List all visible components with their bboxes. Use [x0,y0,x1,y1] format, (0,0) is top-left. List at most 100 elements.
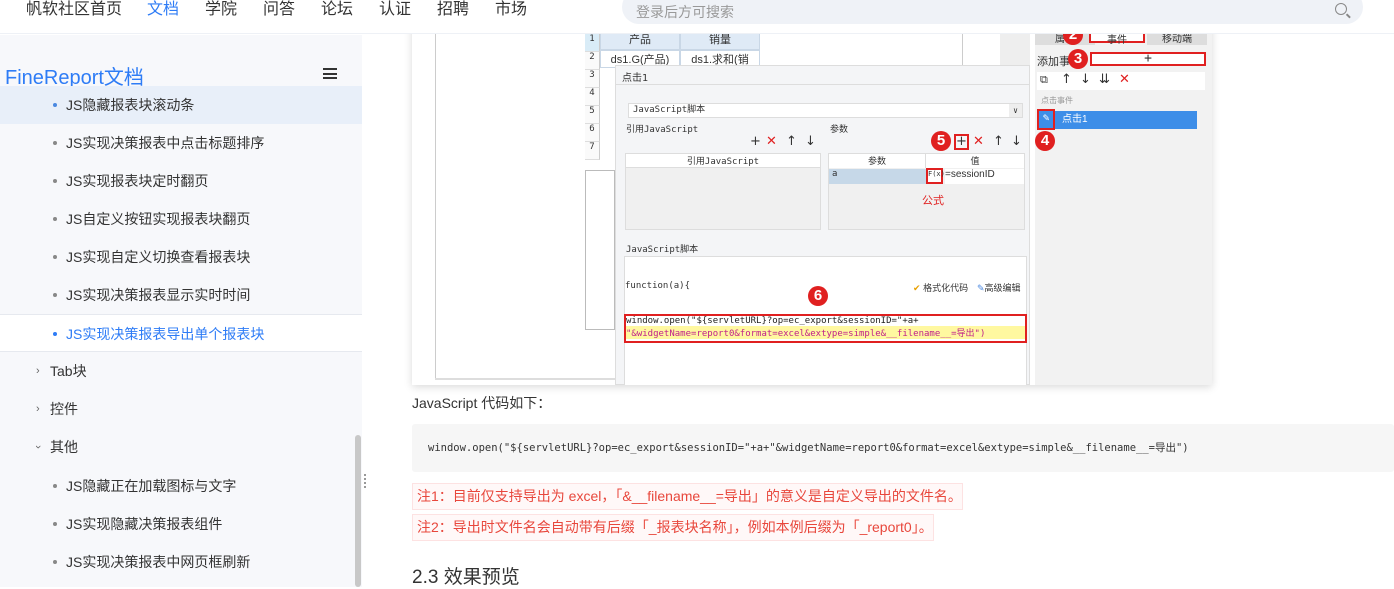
edit-icon: ✎ [977,283,985,293]
param-name-cell[interactable]: a [829,169,926,184]
search-input[interactable]: 登录后方可搜索 [622,0,1363,24]
event-toolbar: ⧉ ↑ ↓ ⇊ ✕ [1037,72,1205,90]
function-header: function(a){ [625,281,691,291]
bullet-icon [53,484,57,488]
sidebar-item[interactable]: JS隐藏报表块滚动条 [0,86,362,124]
step-marker-5: 5 [931,131,951,151]
arrow-up-icon[interactable]: ↑ [993,134,1004,149]
code-block: window.open("${servletURL}?op=ec_export&… [412,424,1394,472]
dialog-title: 点击1 [622,73,649,84]
row-header: 3 [585,70,600,88]
sidebar-item-label: JS实现决策报表中点击标题排序 [66,135,265,151]
note-2: 注2：导出时文件名会自动带有后缀「_报表块名称」，例如本例后缀为「_report… [412,514,934,541]
sidebar-item[interactable]: JS自定义按钮实现报表块翻页 [0,200,362,238]
sidebar-item-label: JS实现决策报表显示实时时间 [66,287,251,303]
section-label: 点击事件 [1041,96,1073,105]
nav-home[interactable]: 帆软社区首页 [26,0,122,20]
sidebar-item-active[interactable]: JS实现决策报表导出单个报表块 [0,314,362,352]
sidebar-group-widget[interactable]: › 控件 [0,390,362,428]
step-marker-6: 6 [808,286,828,306]
move-bottom-icon[interactable]: ⇊ [1099,72,1110,87]
step-marker-3: 3 [1068,49,1088,69]
event-item[interactable]: 点击1 [1037,111,1197,129]
sidebar-item-label: JS实现报表块定时翻页 [66,173,209,189]
format-code-label: 格式化代码 [923,283,969,293]
resize-handle[interactable] [364,474,367,488]
sidebar-item[interactable]: JS实现决策报表中点击标题排序 [0,124,362,162]
sidebar-item-label: JS实现隐藏决策报表组件 [66,516,223,532]
panel-border [435,20,436,380]
sidebar-item[interactable]: JS实现隐藏决策报表组件 [0,505,362,543]
advanced-edit-button[interactable]: ✎高级编辑 [977,281,1021,294]
params-label: 参数 [830,125,849,135]
add-event-button[interactable]: + [1090,52,1206,66]
arrow-up-icon[interactable]: ↑ [1061,72,1072,87]
search-icon[interactable] [1335,3,1347,15]
sidebar-item[interactable]: JS实现决策报表中网页框刷新 [0,543,362,581]
panel-border [435,378,615,380]
type-select-value: JavaScript脚本 [633,105,706,115]
add-icon[interactable]: + [750,134,761,149]
script-label: JavaScript脚本 [626,245,699,255]
delete-icon[interactable]: ✕ [766,134,777,149]
sidebar: FineReport文档 JS隐藏报表块滚动条 JS实现决策报表中点击标题排序 … [0,35,362,587]
grid-box [585,170,615,330]
arrow-down-icon[interactable]: ↓ [805,134,816,149]
type-select[interactable]: JavaScript脚本 ∨ [628,103,1023,118]
nav-market[interactable]: 市场 [495,0,527,20]
sidebar-group-label: Tab块 [50,363,87,379]
nav-academy[interactable]: 学院 [205,0,237,20]
column-header: 引用JavaScript [626,154,820,168]
bullet-icon [53,179,57,183]
sidebar-group-tab[interactable]: › Tab块 [0,352,362,390]
nav-qa[interactable]: 问答 [263,0,295,20]
row-header: 1 [585,34,600,52]
row-header: 4 [585,88,600,106]
sidebar-item[interactable]: JS实现决策报表显示实时时间 [0,276,362,314]
nav-docs[interactable]: 文档 [147,0,179,20]
nav-forum[interactable]: 论坛 [321,0,353,20]
sidebar-group-other[interactable]: › 其他 [0,428,362,466]
paragraph: JavaScript 代码如下： [412,395,552,411]
nav-certification[interactable]: 认证 [379,0,411,20]
tutorial-screenshot: 1 2 3 4 5 6 7 产品 销量 ds1.G(产品) ds1.求和(销 点… [412,20,1212,385]
format-code-button[interactable]: ✔ 格式化代码 [913,281,968,294]
param-value-input[interactable]: =sessionID [945,169,1024,184]
delete-icon[interactable]: ✕ [973,134,984,149]
sidebar-item[interactable]: JS隐藏正在加载图标与文字 [0,467,362,505]
add-param-icon[interactable]: + [954,134,969,150]
nav-jobs[interactable]: 招聘 [437,0,469,20]
sidebar-item-label: JS实现自定义切换查看报表块 [66,249,251,265]
section-heading: 2.3 效果预览 [412,567,520,588]
sidebar-item[interactable]: JS实现自定义切换查看报表块 [0,238,362,276]
bullet-icon [53,103,57,107]
sidebar-item-label: JS实现决策报表导出单个报表块 [66,326,265,342]
event-item-label: 点击1 [1062,114,1088,125]
note-1: 注1：目前仅支持导出为 excel，「&__filename__=导出」的意义是… [412,483,963,510]
bullet-icon [53,141,57,145]
delete-icon[interactable]: ✕ [1119,72,1130,87]
advanced-edit-label: 高级编辑 [984,283,1021,293]
script-editor[interactable]: function(a){ ✔ 格式化代码 ✎高级编辑 window.open("… [624,256,1027,385]
formula-button[interactable]: F(x) [926,168,945,184]
copy-icon[interactable]: ⧉ [1040,73,1048,87]
bullet-icon [53,293,57,297]
row-header: 2 [585,52,600,70]
ref-js-table: 引用JavaScript [625,153,821,230]
menu-icon[interactable] [323,68,337,79]
bullet-icon [53,217,57,221]
params-table: 参数 值 a F(x) =sessionID 公式 [828,153,1025,230]
sidebar-item-label: JS隐藏报表块滚动条 [66,97,195,113]
chevron-right-icon: › [36,403,40,415]
edit-icon[interactable]: ✎ [1037,109,1055,130]
arrow-down-icon[interactable]: ↓ [1080,72,1091,87]
event-panel: 属性 事件 移动端 添加事件 + ⧉ ↑ ↓ ⇊ ✕ 点击事件 点击1 ✎ [1035,20,1212,385]
step-marker-4: 4 [1035,131,1055,151]
arrow-down-icon[interactable]: ↓ [1011,134,1022,149]
event-dialog: 点击1 JavaScript脚本 ∨ 引用JavaScript 参数 + ✕ ↑ … [615,65,1030,385]
sidebar-scrollbar[interactable] [355,435,361,587]
arrow-up-icon[interactable]: ↑ [786,134,797,149]
sidebar-item-label: JS自定义按钮实现报表块翻页 [66,211,251,227]
bullet-icon [53,255,57,259]
sidebar-item[interactable]: JS实现报表块定时翻页 [0,162,362,200]
